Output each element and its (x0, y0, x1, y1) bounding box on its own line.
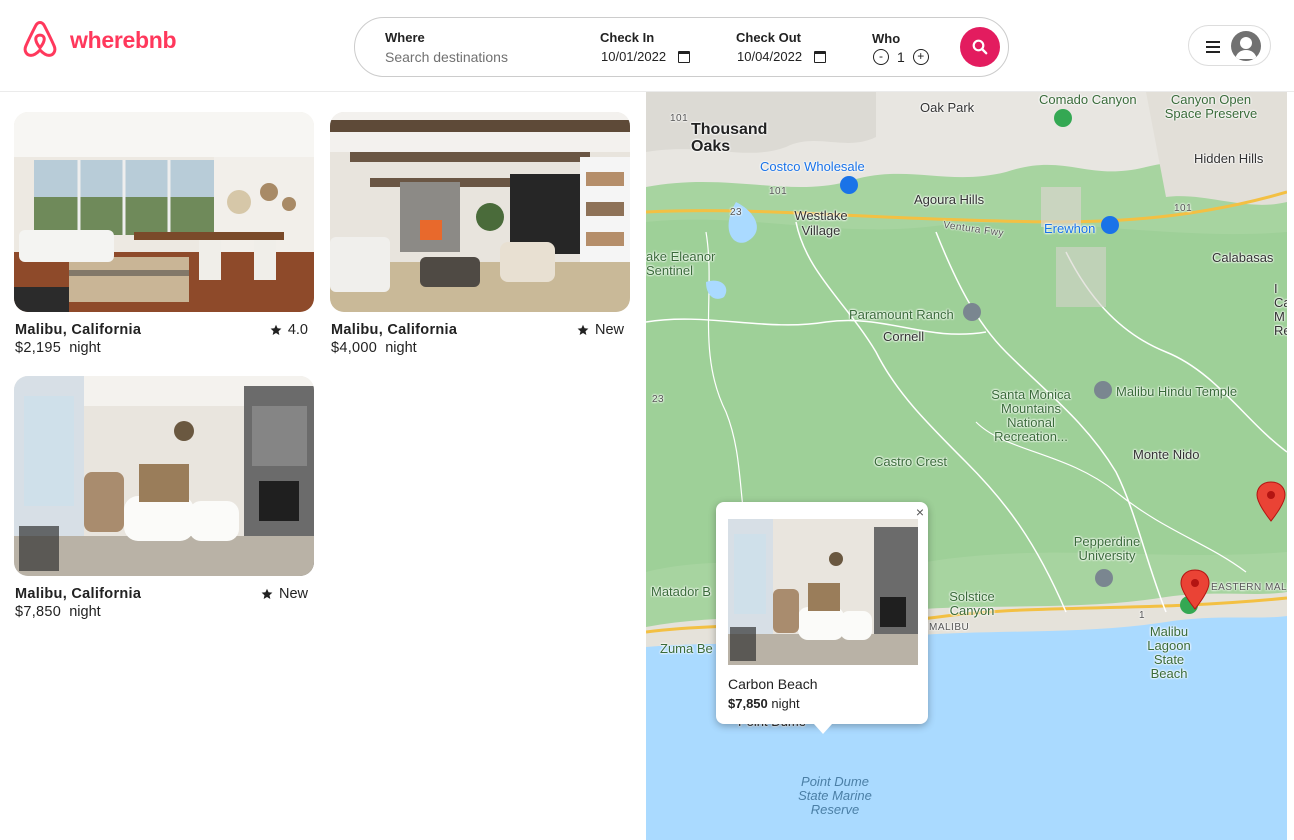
checkout-label: Check Out (736, 30, 802, 45)
brand-logo[interactable]: wherebnb (20, 20, 177, 60)
search-bar: Where Check In 10/01/2022 Check Out 10/0… (354, 17, 1009, 77)
price-value: $7,850 (15, 604, 62, 620)
checkin-label: Check In (600, 30, 655, 45)
where-input[interactable] (385, 49, 585, 65)
map-label-right-edge: I Ca M Re (1274, 282, 1287, 338)
listing-location: Malibu, California (15, 322, 142, 338)
guest-count: 1 (897, 49, 905, 65)
popup-price-value: $7,850 (728, 696, 768, 711)
listing-rating: New (577, 322, 624, 338)
top-navigation-bar: wherebnb Where Check In 10/01/2022 Check… (0, 0, 1294, 92)
hamburger-icon (1206, 41, 1220, 56)
price-unit: night (69, 604, 101, 620)
increment-guests-button[interactable]: + (912, 49, 929, 65)
star-icon (577, 324, 589, 335)
checkout-date-input[interactable]: 10/04/2022 (737, 49, 827, 64)
listing-price: $4,000 night (331, 340, 417, 356)
listing-rating: 4.0 (270, 322, 308, 338)
map-label-lake-eleanor: ake Eleanor Sentinel (646, 249, 716, 278)
star-icon (261, 588, 273, 599)
map-listing-popup[interactable]: × Carbon Beach $7,850 night (716, 502, 928, 734)
search-icon (972, 39, 988, 55)
who-label: Who (872, 31, 901, 46)
map-label-malibu-lagoon: Malibu Lagoon State Beach (1147, 624, 1191, 681)
listing-photo[interactable] (14, 112, 314, 312)
decrement-guests-button[interactable]: - (873, 49, 889, 65)
price-value: $2,195 (15, 340, 62, 356)
map-label-calabasas: Calabasas (1212, 250, 1274, 265)
popup-photo[interactable] (728, 519, 918, 665)
user-menu-button[interactable] (1188, 25, 1271, 66)
route-23-shield: 23 (652, 394, 665, 405)
route-101-shield: 101 (769, 186, 788, 197)
rating-value: New (278, 586, 308, 602)
map-view[interactable]: Oak Park Comado Canyon Canyon Open Space… (646, 92, 1287, 840)
map-label-malibu-hindu-temple: Malibu Hindu Temple (1116, 384, 1238, 399)
map-label-castro-crest: Castro Crest (874, 454, 947, 469)
route-101-shield: 101 (670, 113, 689, 124)
popup-price-unit: night (771, 696, 800, 711)
listing-rating: New (261, 586, 308, 602)
guest-stepper: - 1 + (873, 49, 929, 65)
rating-value: 4.0 (287, 322, 308, 338)
brand-name: wherebnb (70, 26, 177, 53)
map-label-costco: Costco Wholesale (760, 159, 865, 174)
calendar-icon[interactable] (678, 50, 691, 63)
listing-location: Malibu, California (331, 322, 458, 338)
map-label-erewhon: Erewhon (1044, 221, 1096, 236)
map-label-paramount-ranch: Paramount Ranch (849, 307, 954, 322)
listing-card[interactable]: Malibu, California New $4,000 night (330, 112, 630, 362)
map-label-oak-park: Oak Park (920, 100, 975, 115)
map-label-santa-monica-mountains: Santa Monica Mountains National Recreati… (991, 387, 1071, 444)
map-label-monte-nido: Monte Nido (1133, 447, 1200, 462)
where-label: Where (385, 30, 425, 45)
route-1-shield: 1 (1139, 610, 1146, 621)
price-unit: night (69, 340, 101, 356)
listing-photo[interactable] (14, 376, 314, 576)
map-label-pepperdine: Pepperdine University (1073, 534, 1141, 563)
route-23-shield: 23 (730, 207, 743, 218)
calendar-icon[interactable] (814, 50, 827, 63)
user-avatar-icon (1231, 31, 1261, 61)
listing-photo[interactable] (330, 112, 630, 312)
listing-location: Malibu, California (15, 586, 142, 602)
rating-value: New (594, 322, 624, 338)
map-label-zuma-beach: Zuma Be (660, 641, 713, 656)
route-101-shield: 101 (1174, 203, 1193, 214)
popup-price: $7,850 night (728, 696, 800, 711)
map-label-westlake-village: Westlake Village (794, 208, 848, 238)
price-unit: night (385, 340, 417, 356)
map-label-matador: Matador B (651, 584, 711, 599)
map-label-canyon-open-space: Canyon Open Space Preserve (1164, 92, 1258, 121)
checkout-value: 10/04/2022 (737, 49, 803, 64)
map-label-hidden-hills: Hidden Hills (1194, 151, 1264, 166)
map-label-point-dume-reserve: Point Dume State Marine Reserve (798, 774, 872, 817)
listing-card[interactable]: Malibu, California 4.0 $2,195 night (14, 112, 314, 362)
map-label-agoura-hills: Agoura Hills (914, 192, 985, 207)
map-label-eastern-malibu: EASTERN MALIBU (1211, 582, 1287, 593)
map-label-cornell: Cornell (883, 329, 925, 344)
map-label-comado-canyon: Comado Canyon (1039, 92, 1137, 107)
listing-card[interactable]: Malibu, California New $7,850 night (14, 376, 314, 626)
checkin-value: 10/01/2022 (601, 49, 667, 64)
search-button[interactable] (960, 27, 1000, 67)
map-label-thousand-oaks: Thousand Oaks (691, 121, 768, 155)
checkin-date-input[interactable]: 10/01/2022 (601, 49, 691, 64)
map-label-solstice-canyon: Solstice Canyon (949, 589, 995, 618)
price-value: $4,000 (331, 340, 378, 356)
star-icon (270, 324, 282, 335)
listing-price: $2,195 night (15, 340, 101, 356)
listing-price: $7,850 night (15, 604, 101, 620)
close-icon[interactable]: × (916, 504, 924, 520)
map-label-malibu-road: MALIBU (929, 622, 970, 633)
airbnb-belo-icon (23, 21, 57, 57)
popup-title: Carbon Beach (728, 676, 818, 692)
